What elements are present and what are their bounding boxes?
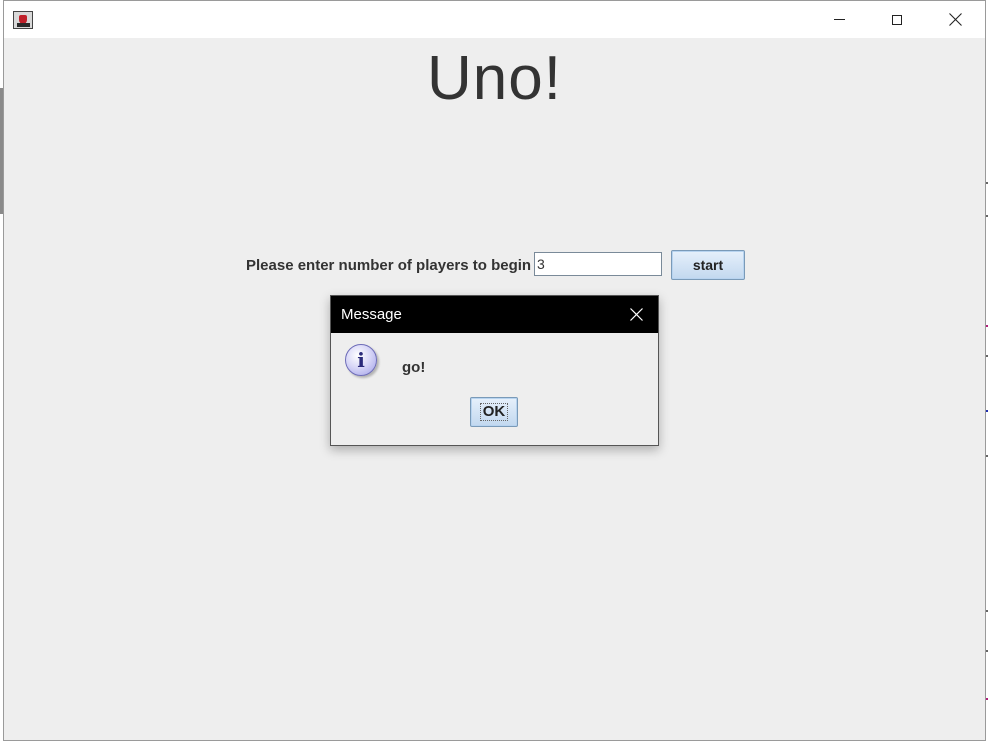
window-title-bar[interactable] — [4, 1, 985, 38]
minimize-button[interactable] — [810, 1, 868, 38]
dialog-title: Message — [341, 306, 402, 323]
maximize-button[interactable] — [868, 1, 926, 38]
message-dialog: Message i go! OK — [330, 295, 659, 446]
players-setup-row: Please enter number of players to begin … — [4, 250, 985, 280]
java-cup-icon[interactable] — [13, 11, 33, 29]
info-icon-glyph: i — [357, 348, 365, 372]
game-title-heading: Uno! — [427, 44, 562, 113]
ok-button-label: OK — [479, 403, 509, 421]
close-window-button[interactable] — [926, 1, 984, 38]
dialog-title-bar[interactable]: Message — [331, 296, 658, 333]
dialog-message: go! — [402, 359, 426, 376]
close-icon — [948, 13, 962, 26]
players-prompt-label: Please enter number of players to begin — [246, 257, 532, 274]
maximize-icon — [892, 14, 902, 25]
ok-button[interactable]: OK — [470, 397, 518, 427]
start-button[interactable]: start — [671, 250, 745, 280]
players-count-input[interactable] — [534, 252, 662, 276]
dialog-close-button[interactable] — [614, 296, 658, 333]
info-icon: i — [345, 344, 377, 376]
close-icon — [629, 308, 643, 321]
minimize-icon — [833, 19, 845, 20]
